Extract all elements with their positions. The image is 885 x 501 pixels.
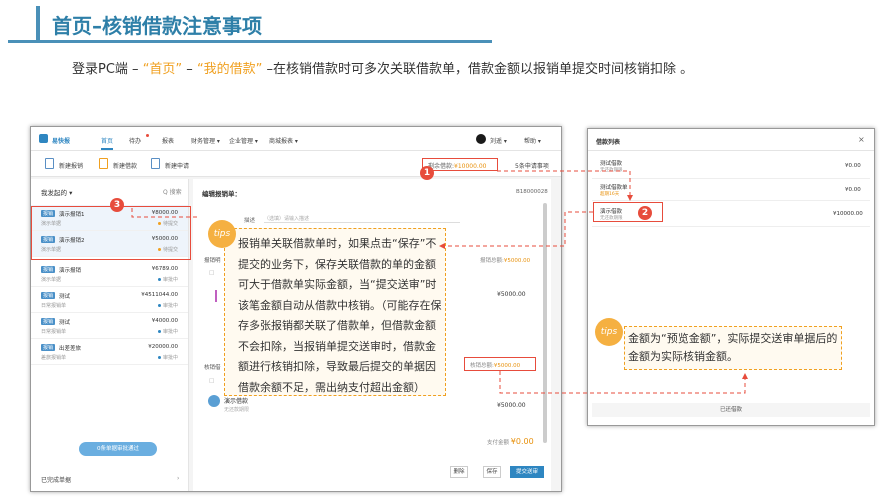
arrow-to-form (439, 211, 593, 249)
arrow-list-link (131, 208, 200, 218)
arrow-to-tips2 (499, 371, 748, 394)
step-badge-1: 1 (420, 166, 434, 180)
step-badge-3: 3 (110, 198, 124, 212)
step-badge-2: 2 (638, 206, 652, 220)
annotation-arrows (131, 170, 748, 394)
arrow-to-loan-list (497, 170, 633, 201)
